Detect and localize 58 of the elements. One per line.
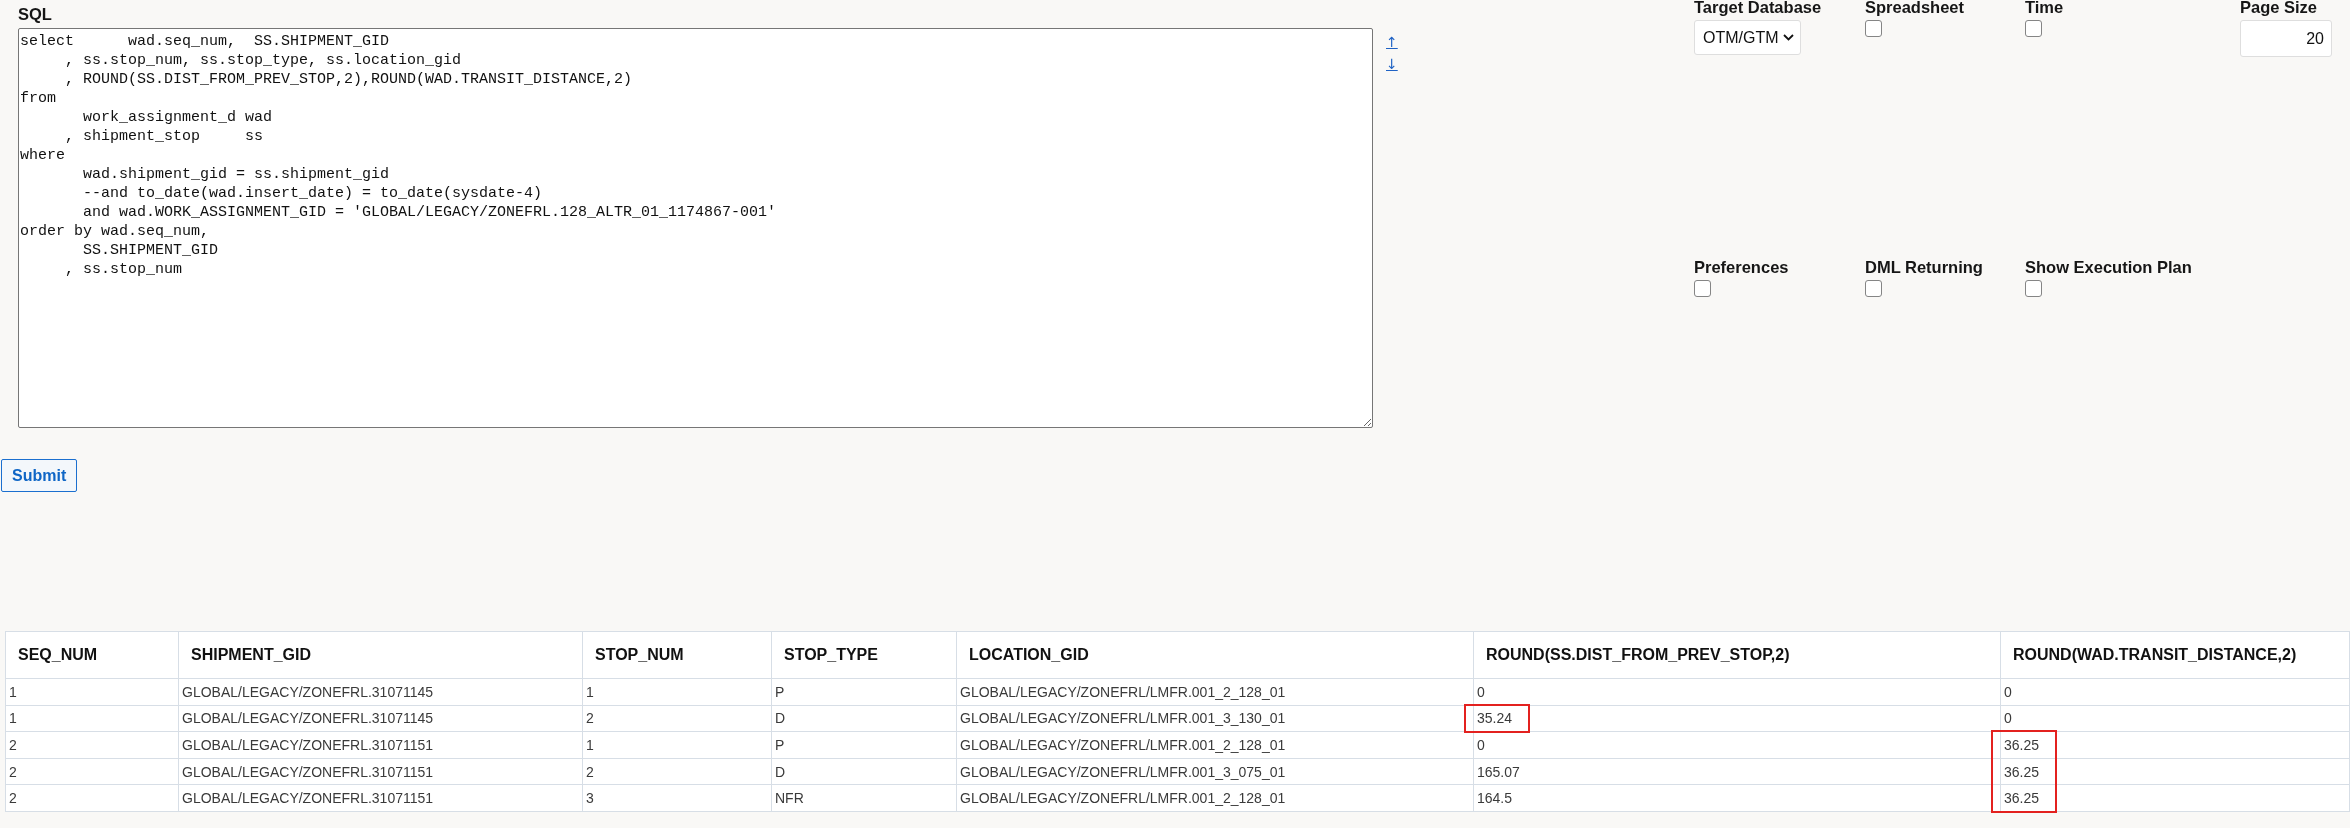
table-cell: GLOBAL/LEGACY/ZONEFRL/LMFR.001_3_130_01	[956, 705, 1474, 732]
checkbox[interactable]	[2025, 280, 2042, 297]
table-cell: NFR	[771, 784, 957, 812]
database-select[interactable]: OTM/GTM	[1694, 20, 1801, 55]
column-header: STOP_NUM	[582, 631, 772, 679]
table-cell: GLOBAL/LEGACY/ZONEFRL.31071151	[178, 784, 583, 812]
section-label: SQL	[18, 4, 52, 25]
checkbox[interactable]	[2025, 20, 2042, 37]
table-cell: D	[771, 705, 957, 732]
table-cell: GLOBAL/LEGACY/ZONEFRL.31071145	[178, 705, 583, 732]
submit-button[interactable]: Submit	[1, 459, 78, 492]
field-label: Preferences	[1694, 257, 1789, 277]
table-cell: 165.07	[1473, 758, 2001, 785]
column-header: SEQ_NUM	[5, 631, 179, 679]
table-cell: 0	[1473, 731, 2001, 759]
table-cell: 2	[5, 784, 179, 812]
table-cell: 1	[582, 731, 772, 759]
checkbox[interactable]	[1865, 280, 1882, 297]
table-cell: 2	[582, 758, 772, 785]
table-cell: GLOBAL/LEGACY/ZONEFRL.31071151	[178, 731, 583, 759]
table-cell: 1	[5, 705, 179, 732]
table-cell: 36.25	[2000, 758, 2350, 785]
chevron-down-icon	[1783, 34, 1794, 41]
field-label: DML Returning	[1865, 257, 1983, 277]
checkbox[interactable]	[1694, 280, 1711, 297]
column-header: LOCATION_GID	[956, 631, 1474, 679]
field-label: Page Size	[2240, 0, 2318, 17]
field-label: Show Execution Plan	[2025, 257, 2192, 277]
table-cell: 1	[5, 678, 179, 706]
table-cell: 164.5	[1473, 784, 2001, 812]
table-cell: GLOBAL/LEGACY/ZONEFRL/LMFR.001_3_075_01	[956, 758, 1474, 785]
table-cell: P	[771, 731, 957, 759]
column-header: ROUND(SS.DIST_FROM_PREV_STOP,2)	[1473, 631, 2001, 679]
table-cell: 2	[5, 731, 179, 759]
checkbox[interactable]	[1865, 20, 1882, 37]
table-cell: 0	[2000, 678, 2350, 706]
field-label: Time	[2025, 0, 2064, 17]
table-cell: D	[771, 758, 957, 785]
field-label: Target Database	[1694, 0, 1822, 17]
table-cell: 36.25	[2000, 731, 2350, 759]
table-cell: P	[771, 678, 957, 706]
table-cell: 2	[5, 758, 179, 785]
arrow-link[interactable]: ↓	[1386, 54, 1398, 74]
arrow-link[interactable]: ↑	[1386, 32, 1398, 52]
table-cell: GLOBAL/LEGACY/ZONEFRL/LMFR.001_2_128_01	[956, 784, 1474, 812]
table-cell: GLOBAL/LEGACY/ZONEFRL.31071151	[178, 758, 583, 785]
column-header: STOP_TYPE	[771, 631, 957, 679]
table-cell: 3	[582, 784, 772, 812]
field-label: Spreadsheet	[1865, 0, 1965, 17]
page-size-input[interactable]: 20	[2240, 20, 2332, 57]
table-cell: 2	[582, 705, 772, 732]
table-cell: GLOBAL/LEGACY/ZONEFRL/LMFR.001_2_128_01	[956, 731, 1474, 759]
column-header: ROUND(WAD.TRANSIT_DISTANCE,2)	[2000, 631, 2350, 679]
column-header: SHIPMENT_GID	[178, 631, 583, 679]
table-cell: 1	[582, 678, 772, 706]
table-cell: GLOBAL/LEGACY/ZONEFRL/LMFR.001_2_128_01	[956, 678, 1474, 706]
sql-editor[interactable]: select wad.seq_num, SS.SHIPMENT_GID , ss.stop_num, ss.stop_type, ss.location_gid , ROUND(SS.DIST_FROM_PREV_STOP,2),ROUND(WAD.TRANSIT_DISTANCE,2) from work_assignment_d wad , shipment_stop ss where wad.shipment_gid = ss.shipment_gid --and to_date(wad.insert_date) = to_date(sysdate-4) and wad.WORK_ASSIGNMENT_GID = 'GLOBAL/LEGACY/ZONEFRL.128_ALTR_01_1174867-001' order by wad.seq_num, SS.SHIPMENT_GID , ss.stop_num	[18, 28, 1373, 428]
table-cell: GLOBAL/LEGACY/ZONEFRL.31071145	[178, 678, 583, 706]
